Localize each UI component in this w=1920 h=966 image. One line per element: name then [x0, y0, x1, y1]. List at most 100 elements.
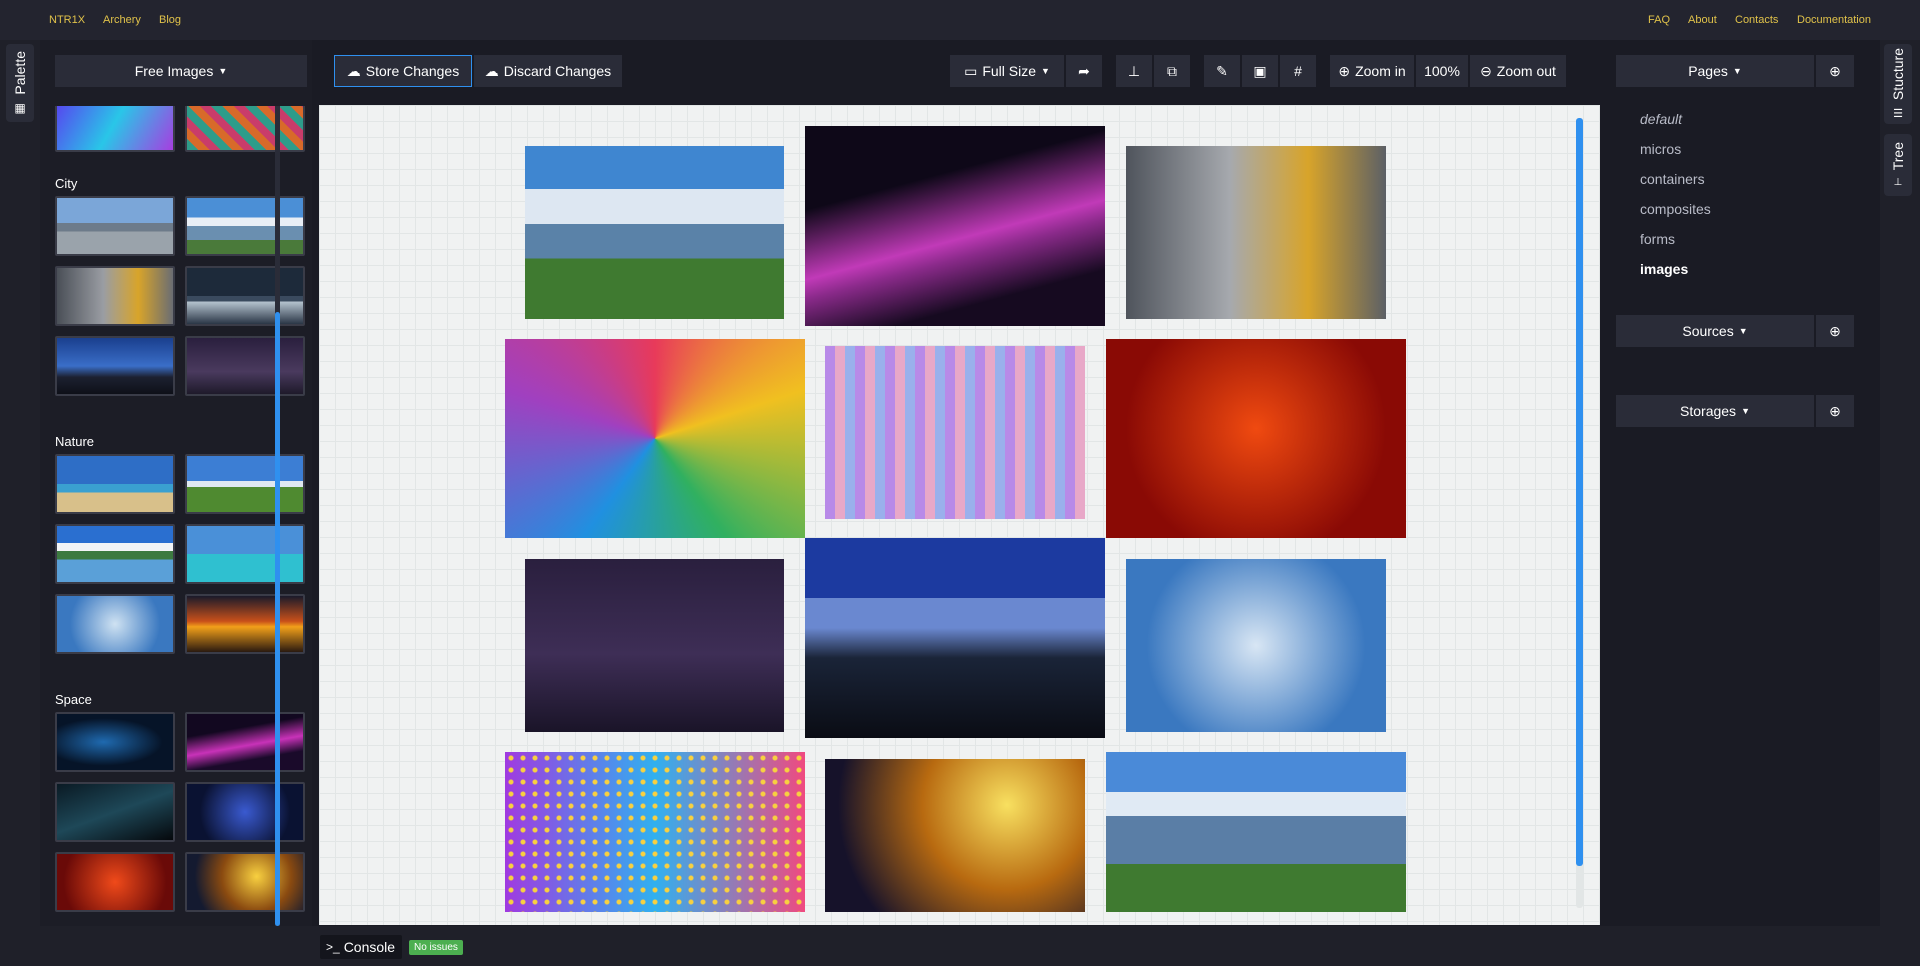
storages-dropdown[interactable]: Storages ▼ [1616, 395, 1814, 427]
stamp-icon: ⊥ [1127, 62, 1141, 79]
image-icon: ▣ [1253, 62, 1267, 79]
palette-image[interactable] [185, 524, 305, 584]
canvas-scrollbar[interactable] [1576, 118, 1583, 908]
desktop-icon: ▭ [964, 62, 978, 79]
tree-tab[interactable]: Tree ⊥ [1884, 134, 1912, 196]
palette-image[interactable] [55, 196, 175, 256]
discard-changes-button[interactable]: ☁ Discard Changes [474, 55, 622, 87]
canvas-image[interactable] [505, 339, 805, 538]
palette-image[interactable] [55, 106, 175, 152]
palette-image[interactable] [185, 336, 305, 396]
caret-down-icon: ▼ [1732, 66, 1742, 76]
attach-button[interactable]: ✎ [1204, 55, 1240, 87]
nav-link-blog[interactable]: Blog [159, 14, 181, 26]
category-title-nature: Nature [55, 434, 95, 449]
page-link-containers[interactable]: containers [1640, 171, 1705, 187]
palette-tab[interactable]: Palette ▦ [6, 44, 34, 122]
caret-down-icon: ▼ [1738, 326, 1748, 336]
nav-link-archery[interactable]: Archery [103, 14, 141, 26]
canvas-image[interactable] [525, 146, 784, 319]
canvas-image[interactable] [805, 126, 1105, 326]
top-navbar: NTR1X Archery Blog FAQ About Contacts Do… [0, 0, 1920, 40]
add-page-button[interactable]: ⊕ [1816, 55, 1854, 87]
copy-button[interactable]: ⧉ [1154, 55, 1190, 87]
zoom-in-button[interactable]: ⊕ Zoom in [1330, 55, 1414, 87]
nav-link-contacts[interactable]: Contacts [1735, 14, 1778, 26]
palette-image[interactable] [55, 524, 175, 584]
nav-link-ntr1x[interactable]: NTR1X [49, 14, 85, 26]
store-changes-button[interactable]: ☁ Store Changes [334, 55, 472, 87]
canvas-image[interactable] [1126, 559, 1386, 732]
paste-button[interactable]: ⊥ [1116, 55, 1152, 87]
cloud-download-icon: ☁ [484, 62, 499, 79]
nav-link-faq[interactable]: FAQ [1648, 14, 1670, 26]
caret-down-icon: ▼ [1741, 406, 1750, 416]
palette-image[interactable] [185, 782, 305, 842]
palette-panel: Free Images ▼ City Nature Space [40, 40, 312, 926]
category-title-city: City [55, 176, 78, 191]
palette-list[interactable]: City Nature Space [40, 106, 312, 926]
palette-image[interactable] [55, 852, 175, 912]
page-link-composites[interactable]: composites [1640, 201, 1711, 217]
palette-image[interactable] [185, 594, 305, 654]
palette-image[interactable] [185, 454, 305, 514]
add-storage-button[interactable]: ⊕ [1816, 395, 1854, 427]
caret-down-icon: ▼ [218, 66, 228, 76]
console-button[interactable]: >_ Console [320, 935, 402, 959]
canvas-image[interactable] [505, 752, 805, 912]
canvas-image[interactable] [1106, 752, 1406, 912]
paperclip-icon: ✎ [1216, 62, 1228, 79]
plus-circle-icon: ⊕ [1829, 62, 1841, 79]
canvas-image[interactable] [1126, 146, 1386, 319]
design-canvas[interactable] [319, 105, 1600, 925]
grid-toggle-button[interactable]: # [1280, 55, 1316, 87]
palette-image[interactable] [55, 336, 175, 396]
full-size-dropdown[interactable]: ▭ Full Size ▼ [950, 55, 1064, 87]
caret-down-icon: ▼ [1041, 66, 1050, 76]
canvas-image[interactable] [825, 346, 1085, 519]
palette-image[interactable] [185, 712, 305, 772]
category-title-space: Space [55, 692, 92, 707]
palette-scroll-thumb[interactable] [275, 312, 280, 926]
palette-image[interactable] [55, 594, 175, 654]
zoom-out-button[interactable]: ⊖ Zoom out [1470, 55, 1566, 87]
image-button[interactable]: ▣ [1242, 55, 1278, 87]
nav-link-documentation[interactable]: Documentation [1797, 14, 1871, 26]
palette-image[interactable] [185, 852, 305, 912]
terminal-icon: >_ [326, 940, 340, 954]
sources-dropdown[interactable]: Sources ▼ [1616, 315, 1814, 347]
status-badge: No issues [409, 940, 463, 955]
zoom-level[interactable]: 100% [1416, 55, 1468, 87]
canvas-scroll-thumb[interactable] [1576, 118, 1583, 866]
canvas-image[interactable] [525, 559, 784, 732]
copy-icon: ⧉ [1167, 62, 1177, 79]
palette-image[interactable] [55, 712, 175, 772]
page-link-forms[interactable]: forms [1640, 231, 1675, 247]
palette-image[interactable] [55, 454, 175, 514]
share-icon: ➦ [1078, 62, 1090, 79]
cloud-upload-icon: ☁ [346, 62, 361, 79]
palette-image[interactable] [55, 266, 175, 326]
palette-image[interactable] [185, 196, 305, 256]
palette-scrollbar[interactable] [275, 106, 280, 926]
canvas-image[interactable] [805, 538, 1105, 738]
add-source-button[interactable]: ⊕ [1816, 315, 1854, 347]
tree-icon: ⊥ [1893, 176, 1903, 188]
canvas-image[interactable] [825, 759, 1085, 912]
page-link-micros[interactable]: micros [1640, 141, 1681, 157]
zoom-in-icon: ⊕ [1338, 62, 1351, 79]
page-link-images[interactable]: images [1640, 261, 1688, 277]
palette-image[interactable] [185, 266, 305, 326]
free-images-dropdown[interactable]: Free Images ▼ [55, 55, 307, 87]
zoom-out-icon: ⊖ [1480, 62, 1492, 79]
share-button[interactable]: ➦ [1066, 55, 1102, 87]
palette-image[interactable] [55, 782, 175, 842]
pages-dropdown[interactable]: Pages ▼ [1616, 55, 1814, 87]
page-link-default[interactable]: default [1640, 111, 1682, 127]
palette-image[interactable] [185, 106, 305, 152]
structure-tab[interactable]: Stucture ☰ [1884, 44, 1912, 124]
plus-circle-icon: ⊕ [1829, 402, 1841, 419]
nav-link-about[interactable]: About [1688, 14, 1717, 26]
canvas-image[interactable] [1106, 339, 1406, 538]
plus-circle-icon: ⊕ [1829, 322, 1841, 339]
